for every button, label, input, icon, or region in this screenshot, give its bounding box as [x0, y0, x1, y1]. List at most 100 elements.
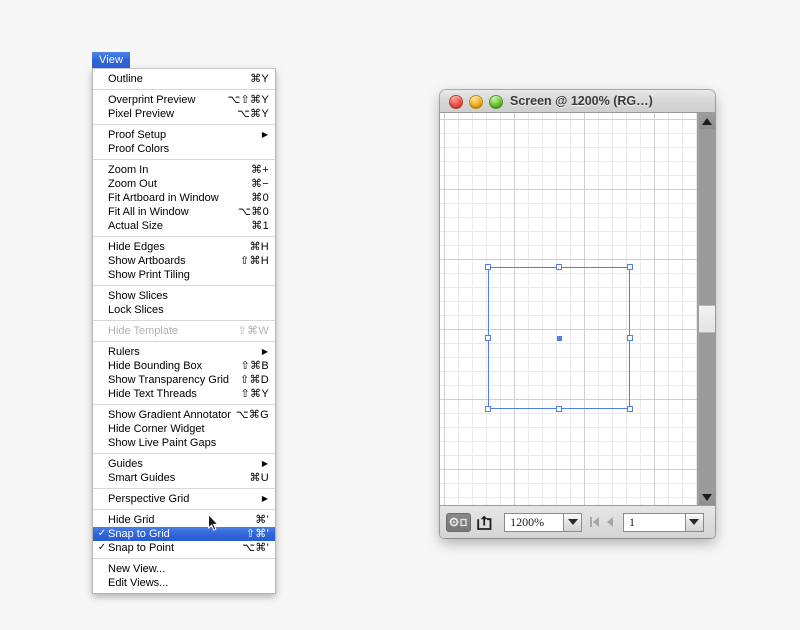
- checkmark-icon: ✓: [97, 528, 107, 539]
- scrollbar-track[interactable]: [699, 129, 715, 489]
- menu-item-show-print-tiling[interactable]: Show Print Tiling: [93, 268, 275, 282]
- scroll-up-arrow-icon[interactable]: [699, 113, 715, 129]
- menu-item-label: Hide Bounding Box: [108, 360, 203, 372]
- zoom-icon[interactable]: [489, 95, 503, 109]
- menu-item-overprint-preview[interactable]: Overprint Preview ⌥⇧⌘Y: [93, 93, 275, 107]
- window-titlebar[interactable]: Screen @ 1200% (RG…): [440, 90, 715, 113]
- chevron-down-icon: [689, 519, 700, 525]
- minimize-icon[interactable]: [469, 95, 483, 109]
- handle-bottom-right[interactable]: [627, 406, 633, 412]
- menu-group: Outline ⌘Y: [93, 72, 275, 86]
- handle-middle-right[interactable]: [627, 335, 633, 341]
- menu-item-fit-all-in-window[interactable]: Fit All in Window ⌥⌘0: [93, 205, 275, 219]
- menu-item-label: Outline: [108, 73, 143, 85]
- menu-item-zoom-out[interactable]: Zoom Out ⌘−: [93, 177, 275, 191]
- menu-separator: [93, 320, 275, 321]
- menu-item-show-gradient-annotator[interactable]: Show Gradient Annotator ⌥⌘G: [93, 408, 275, 422]
- scrollbar-thumb[interactable]: [699, 305, 715, 333]
- handle-top-left[interactable]: [485, 264, 491, 270]
- menu-separator: [93, 285, 275, 286]
- scroll-down-arrow-icon[interactable]: [699, 489, 715, 505]
- handle-top-right[interactable]: [627, 264, 633, 270]
- menu-item-proof-setup[interactable]: Proof Setup ▶: [93, 128, 275, 142]
- zoom-level-input[interactable]: 1200%: [504, 512, 564, 532]
- artboard-tool-icon[interactable]: [446, 512, 471, 532]
- menu-item-shortcut: ⌘H: [249, 241, 269, 253]
- menu-item-hide-corner-widget[interactable]: Hide Corner Widget: [93, 422, 275, 436]
- menu-item-shortcut: ⇧⌘B: [240, 360, 269, 372]
- menubar-item-view[interactable]: View: [92, 52, 130, 68]
- handle-bottom-left[interactable]: [485, 406, 491, 412]
- triangle-down-icon: [702, 493, 712, 501]
- menu-group: Zoom In ⌘+ Zoom Out ⌘− Fit Artboard in Windo…: [93, 163, 275, 233]
- handle-middle-left[interactable]: [485, 335, 491, 341]
- menu-item-label: Proof Setup: [108, 129, 167, 141]
- menu-item-label: Smart Guides: [108, 472, 176, 484]
- menu-item-edit-views[interactable]: Edit Views...: [93, 576, 275, 590]
- menu-separator: [93, 341, 275, 342]
- page-number-combobox[interactable]: 1: [622, 512, 704, 532]
- view-menu-panel: Outline ⌘Y Overprint Preview ⌥⇧⌘Y Pixel Prev…: [92, 68, 276, 594]
- menu-item-pixel-preview[interactable]: Pixel Preview ⌥⌘Y: [93, 107, 275, 121]
- menu-group: Show Slices Lock Slices: [93, 289, 275, 317]
- menu-separator: [93, 404, 275, 405]
- triangle-left-icon: [593, 517, 600, 527]
- menu-item-lock-slices[interactable]: Lock Slices: [93, 303, 275, 317]
- menu-item-shortcut: ⌘+: [250, 164, 269, 176]
- submenu-arrow-icon: ▶: [261, 130, 268, 139]
- menu-item-shortcut: ⇧⌘H: [239, 255, 269, 267]
- vertical-scrollbar[interactable]: [698, 113, 715, 505]
- submenu-arrow-icon: ▶: [261, 347, 268, 356]
- menu-item-proof-colors[interactable]: Proof Colors: [93, 142, 275, 156]
- menu-item-label: Hide Corner Widget: [108, 423, 205, 435]
- menu-item-shortcut: ⌥⌘': [242, 542, 269, 554]
- menu-item-actual-size[interactable]: Actual Size ⌘1: [93, 219, 275, 233]
- menu-item-label: Show Artboards: [108, 255, 186, 267]
- menu-item-shortcut: ⌘U: [249, 472, 269, 484]
- menu-item-shortcut: ⇧⌘D: [239, 374, 269, 386]
- menu-item-hide-text-threads[interactable]: Hide Text Threads ⇧⌘Y: [93, 387, 275, 401]
- handle-top-center[interactable]: [556, 264, 562, 270]
- share-icon[interactable]: [477, 514, 496, 531]
- menu-item-snap-to-grid[interactable]: ✓ Snap to Grid ⇧⌘': [93, 527, 275, 541]
- menu-item-hide-grid[interactable]: Hide Grid ⌘': [93, 513, 275, 527]
- menu-item-label: Show Live Paint Gaps: [108, 437, 217, 449]
- close-icon[interactable]: [449, 95, 463, 109]
- menu-item-perspective-grid[interactable]: Perspective Grid ▶: [93, 492, 275, 506]
- menu-item-new-view[interactable]: New View...: [93, 562, 275, 576]
- menu-item-show-live-paint-gaps[interactable]: Show Live Paint Gaps: [93, 436, 275, 450]
- selection-center-point: [556, 335, 562, 341]
- menu-item-label: Fit Artboard in Window: [108, 192, 219, 204]
- canvas-area[interactable]: [440, 113, 698, 505]
- menu-item-smart-guides[interactable]: Smart Guides ⌘U: [93, 471, 275, 485]
- menu-item-label: Snap to Point: [108, 542, 175, 554]
- first-page-button[interactable]: [587, 513, 602, 532]
- menu-item-zoom-in[interactable]: Zoom In ⌘+: [93, 163, 275, 177]
- previous-page-button[interactable]: [602, 513, 617, 532]
- menu-item-hide-edges[interactable]: Hide Edges ⌘H: [93, 240, 275, 254]
- menu-group: Hide Edges ⌘H Show Artboards ⇧⌘H Show Print …: [93, 240, 275, 282]
- page-number-input[interactable]: 1: [622, 512, 685, 532]
- zoom-level-dropdown-arrow[interactable]: [563, 512, 583, 532]
- menu-item-outline[interactable]: Outline ⌘Y: [93, 72, 275, 86]
- menu-separator: [93, 89, 275, 90]
- menu-item-label: Hide Grid: [108, 514, 155, 526]
- menu-item-show-transparency-grid[interactable]: Show Transparency Grid ⇧⌘D: [93, 373, 275, 387]
- menu-item-label: Hide Template: [108, 325, 179, 337]
- checkmark-icon: ✓: [97, 542, 107, 553]
- menu-item-snap-to-point[interactable]: ✓ Snap to Point ⌥⌘': [93, 541, 275, 555]
- menu-item-label: Perspective Grid: [108, 493, 190, 505]
- handle-bottom-center[interactable]: [556, 406, 562, 412]
- menu-item-shortcut: ⇧⌘W: [237, 325, 269, 337]
- menu-item-fit-artboard-in-window[interactable]: Fit Artboard in Window ⌘0: [93, 191, 275, 205]
- menu-item-show-slices[interactable]: Show Slices: [93, 289, 275, 303]
- zoom-level-combobox[interactable]: 1200%: [504, 512, 583, 532]
- page-number-dropdown-arrow[interactable]: [684, 512, 704, 532]
- menu-item-show-artboards[interactable]: Show Artboards ⇧⌘H: [93, 254, 275, 268]
- menu-item-rulers[interactable]: Rulers ▶: [93, 345, 275, 359]
- selected-object-bounding-box[interactable]: [485, 264, 633, 412]
- menu-item-label: Rulers: [108, 346, 140, 358]
- menu-item-hide-bounding-box[interactable]: Hide Bounding Box ⇧⌘B: [93, 359, 275, 373]
- menu-item-guides[interactable]: Guides ▶: [93, 457, 275, 471]
- menu-item-shortcut: ⇧⌘': [245, 528, 269, 540]
